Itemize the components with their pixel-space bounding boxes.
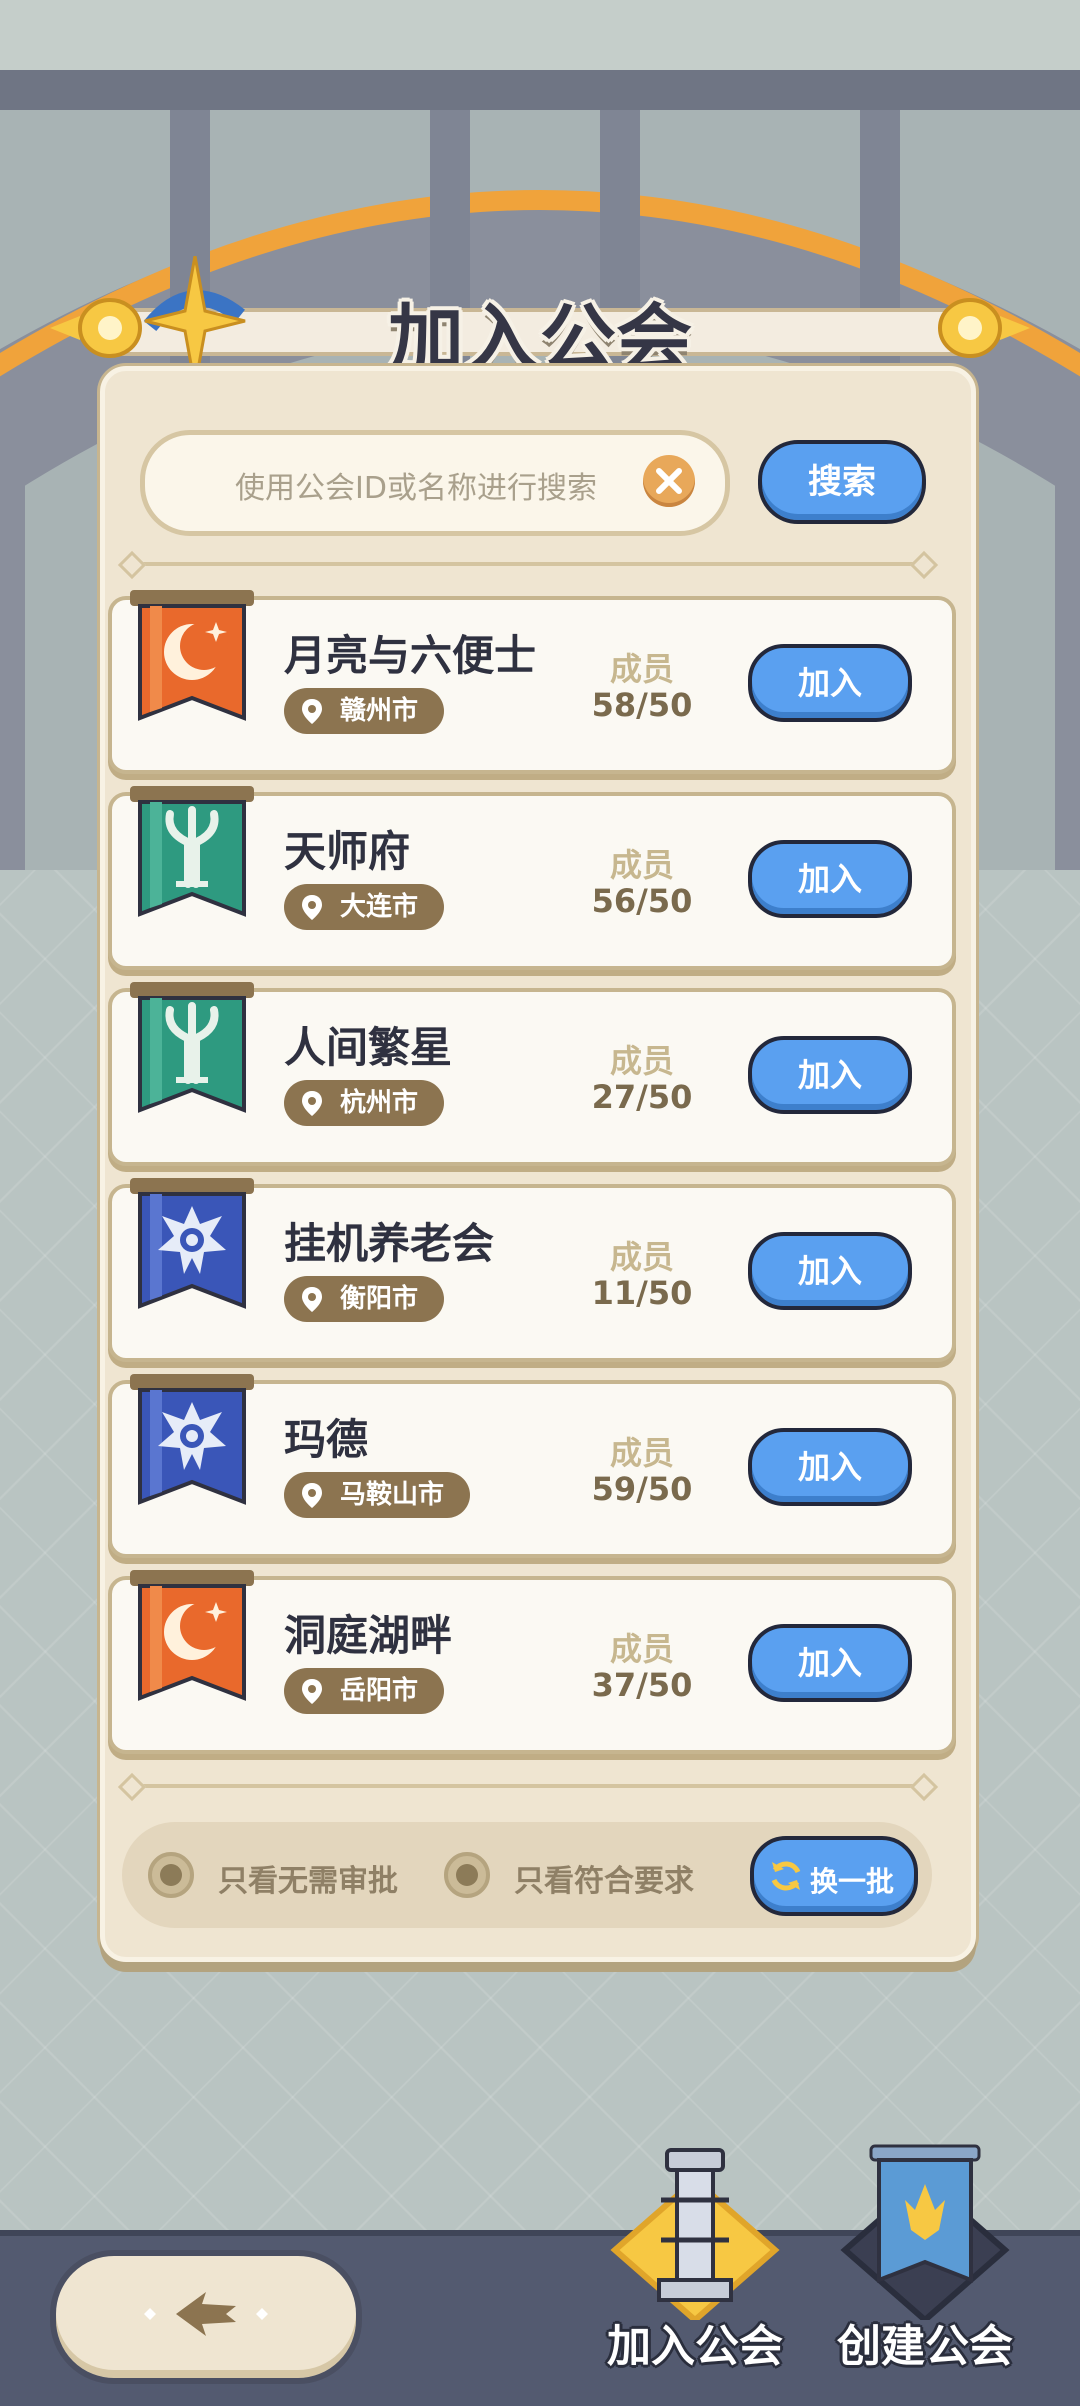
location-badge: 赣州市 (284, 688, 445, 734)
members-count: 56/50 (591, 882, 693, 920)
join-button[interactable]: 加入 (748, 1624, 912, 1702)
orange-moon-banner-icon (130, 590, 254, 721)
search-input[interactable]: 使用公会ID或名称进行搜索 (140, 430, 730, 536)
orange-moon-banner-icon (130, 1570, 254, 1701)
top-strip (0, 0, 1080, 80)
location-pin-icon (302, 1091, 322, 1116)
blue-eye-banner-icon (130, 1178, 254, 1309)
meets-requirements-label[interactable]: 只看符合要求 (514, 1856, 694, 1900)
location-text: 赣州市 (340, 696, 419, 726)
guild-row: 天师府 大连市 成员 56/50 加入 (108, 786, 956, 970)
search-button[interactable]: 搜索 (758, 440, 926, 524)
banner-icon (840, 2144, 1010, 2320)
location-badge: 岳阳市 (284, 1668, 445, 1714)
guild-name: 天师府 (284, 827, 411, 876)
members-count: 11/50 (591, 1274, 693, 1312)
guild-row: 玛德 马鞍山市 成员 59/50 加入 (108, 1374, 956, 1558)
join-button[interactable]: 加入 (748, 644, 912, 722)
location-pin-icon (302, 1483, 322, 1508)
location-pin-icon (302, 1287, 322, 1312)
no-approval-radio[interactable] (148, 1852, 194, 1898)
tab-join-guild[interactable]: 加入公会 (590, 2140, 800, 2390)
location-badge: 杭州市 (284, 1080, 445, 1126)
guild-row: 月亮与六便士 赣州市 成员 58/50 加入 (108, 590, 956, 774)
back-arrow-icon (144, 2292, 268, 2336)
members-count: 58/50 (591, 686, 693, 724)
no-approval-label[interactable]: 只看无需审批 (218, 1856, 398, 1900)
location-text: 岳阳市 (340, 1676, 419, 1706)
location-text: 大连市 (340, 892, 419, 922)
join-button[interactable]: 加入 (748, 1036, 912, 1114)
guild-name: 人间繁星 (284, 1023, 453, 1072)
join-button[interactable]: 加入 (748, 840, 912, 918)
location-badge: 衡阳市 (284, 1276, 445, 1322)
join-button[interactable]: 加入 (748, 1428, 912, 1506)
refresh-label: 换一批 (810, 1865, 895, 1898)
guild-name: 挂机养老会 (284, 1219, 495, 1268)
location-text: 杭州市 (340, 1088, 419, 1118)
divider (128, 562, 928, 566)
location-text: 马鞍山市 (340, 1480, 445, 1510)
search-placeholder: 使用公会ID或名称进行搜索 (235, 471, 597, 506)
tab-join-guild-label: 加入公会 (607, 2321, 783, 2372)
guild-name: 洞庭湖畔 (284, 1611, 453, 1660)
green-tree-banner-icon (130, 786, 254, 917)
guild-row: 洞庭湖畔 岳阳市 成员 37/50 加入 (108, 1570, 956, 1754)
members-label: 成员 (609, 1238, 674, 1276)
location-badge: 马鞍山市 (284, 1472, 471, 1518)
location-text: 衡阳市 (340, 1284, 419, 1314)
location-badge: 大连市 (284, 884, 445, 930)
members-label: 成员 (609, 1630, 674, 1668)
location-pin-icon (302, 1679, 322, 1704)
guild-row: 挂机养老会 衡阳市 成员 11/50 加入 (108, 1178, 956, 1362)
members-count: 27/50 (591, 1078, 693, 1116)
location-pin-icon (302, 699, 322, 724)
back-button[interactable] (50, 2250, 362, 2384)
members-count: 37/50 (591, 1666, 693, 1704)
members-label: 成员 (609, 650, 674, 688)
guild-name: 月亮与六便士 (284, 631, 537, 680)
members-label: 成员 (609, 1434, 674, 1472)
meets-requirements-radio[interactable] (444, 1852, 490, 1898)
guild-name: 玛德 (284, 1415, 369, 1464)
blue-eye-banner-icon (130, 1374, 254, 1505)
members-label: 成员 (609, 846, 674, 884)
refresh-button[interactable]: 换一批 (750, 1836, 918, 1916)
join-button[interactable]: 加入 (748, 1232, 912, 1310)
green-tree-banner-icon (130, 982, 254, 1113)
divider (128, 1784, 928, 1788)
tower-icon (610, 2148, 780, 2320)
filter-bar: 只看无需审批 只看符合要求 换一批 (122, 1822, 932, 1928)
tab-create-guild-label: 创建公会 (837, 2321, 1013, 2372)
refresh-icon (771, 1861, 801, 1891)
guild-row: 人间繁星 杭州市 成员 27/50 加入 (108, 982, 956, 1166)
members-label: 成员 (609, 1042, 674, 1080)
clear-search-button[interactable] (643, 455, 695, 507)
close-icon (656, 468, 682, 494)
members-count: 59/50 (591, 1470, 693, 1508)
location-pin-icon (302, 895, 322, 920)
tab-create-guild[interactable]: 创建公会 (820, 2140, 1030, 2390)
